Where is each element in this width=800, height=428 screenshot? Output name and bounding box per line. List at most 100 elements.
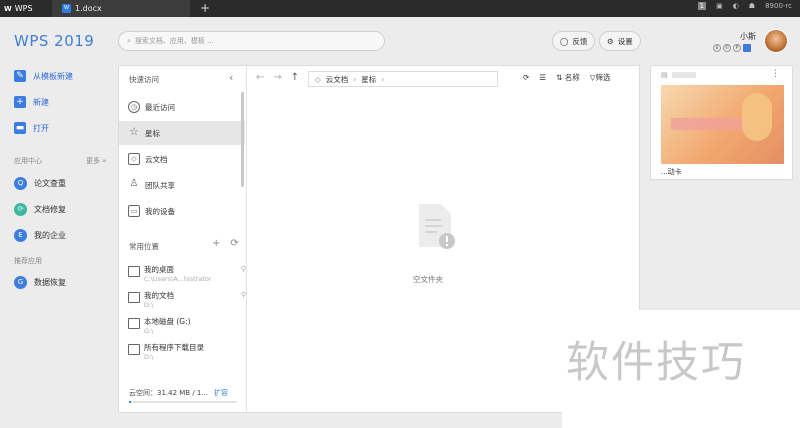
file-toolbar: ← → ↑ ◇ 云文档 › 星标 › ⟳ ☰ ⇅ 名称 ▽筛选 xyxy=(248,66,640,92)
recent-file-thumbnail xyxy=(661,85,784,164)
paper-check-button[interactable]: Q 论文查重 xyxy=(14,177,66,190)
star-icon: ☆ xyxy=(129,125,139,138)
breadcrumb-root[interactable]: 云文档 xyxy=(326,74,349,85)
sort-icon: ⇅ xyxy=(556,73,563,82)
add-tab-button[interactable]: + xyxy=(200,1,210,15)
data-recovery-icon: G xyxy=(14,276,27,289)
cloud-usage: 云空间：31.42 MB / 1... 扩容 xyxy=(129,388,228,398)
filter-label: 筛选 xyxy=(595,73,611,82)
breadcrumb[interactable]: ◇ 云文档 › 星标 › xyxy=(308,71,498,87)
common-locations-heading: 常用位置 xyxy=(129,242,159,251)
enterprise-icon: E xyxy=(14,229,27,242)
empty-folder-text: 空文件夹 xyxy=(413,275,443,284)
chat-icon: ◯ xyxy=(560,36,569,46)
badge-c-icon: © xyxy=(723,44,731,52)
quick-access-item-devices[interactable]: ▭ 我的设备 xyxy=(119,199,245,223)
account-label[interactable]: 8900-rc xyxy=(765,2,792,10)
location-path: D:\ xyxy=(144,301,154,309)
template-icon: ✎ xyxy=(14,70,26,82)
file-type-icon: ▤ xyxy=(661,71,668,79)
location-item[interactable]: 我的桌面 C:\Users\A...histrator ⚲ xyxy=(128,264,246,290)
new-label: 新建 xyxy=(33,97,49,107)
desktop-icon xyxy=(128,266,140,277)
cloud-usage-fill xyxy=(129,401,132,403)
tab-document[interactable]: W 1.docx xyxy=(52,0,190,17)
up-arrow-icon[interactable]: ↑ xyxy=(291,72,299,83)
expand-storage-link[interactable]: 扩容 xyxy=(214,389,228,397)
quick-access-label: 云文档 xyxy=(145,154,168,164)
skin-icon[interactable]: ◐ xyxy=(733,2,739,10)
breadcrumb-current[interactable]: 星标 xyxy=(361,74,376,85)
more-link[interactable]: 更多 » xyxy=(86,156,107,166)
quick-access-scrollbar[interactable] xyxy=(241,92,244,187)
doc-repair-button[interactable]: ⟳ 文档修复 xyxy=(14,203,66,216)
add-location-icon[interactable]: + xyxy=(212,238,220,249)
quick-access-item-starred[interactable]: ☆ 星标 xyxy=(119,121,245,145)
settings-label: 设置 xyxy=(617,36,633,46)
refresh-icon[interactable]: ⟳ xyxy=(523,73,529,82)
my-enterprise-button[interactable]: E 我的企业 xyxy=(14,229,66,242)
new-from-template-button[interactable]: ✎ 从模板新建 xyxy=(14,70,73,82)
tab-home[interactable]: W WPS xyxy=(0,0,50,17)
search-placeholder: 搜索文档、应用、模板 ... xyxy=(134,37,214,45)
location-item[interactable]: 所有程序下载目录 D:\ xyxy=(128,342,244,368)
quick-access-item-cloud[interactable]: ◇ 云文档 xyxy=(119,147,245,171)
empty-folder-icon xyxy=(419,204,455,249)
location-path: C:\Users\A...histrator xyxy=(144,275,212,283)
folder-icon: ▬ xyxy=(14,122,26,134)
new-button[interactable]: + 新建 xyxy=(14,96,49,108)
app-center-heading: 应用中心 xyxy=(14,157,42,165)
feedback-label: 反馈 xyxy=(572,36,588,46)
forward-arrow-icon[interactable]: → xyxy=(273,72,281,83)
cloud-usage-bar xyxy=(129,401,237,403)
location-name: 本地磁盘 (G:) xyxy=(144,317,191,326)
open-button[interactable]: ▬ 打开 xyxy=(14,122,49,134)
window-icon[interactable]: ▣ xyxy=(716,2,723,10)
disk-icon xyxy=(128,318,140,329)
sort-label: 名称 xyxy=(564,73,580,82)
wps-logo-icon: W xyxy=(4,4,12,13)
quick-access-item-recent[interactable]: ◷ 最近访问 xyxy=(119,95,245,119)
data-recovery-button[interactable]: G 数据恢复 xyxy=(14,276,66,289)
search-input[interactable]: ⌕ 搜索文档、应用、模板 ... xyxy=(118,31,385,51)
location-item[interactable]: 本地磁盘 (G:) G:\ xyxy=(128,316,244,342)
location-item[interactable]: 我的文档 D:\ ⚲ xyxy=(128,290,246,316)
tab-home-label: WPS xyxy=(14,4,33,13)
user-name[interactable]: 小斯 xyxy=(740,31,756,42)
data-recovery-label: 数据恢复 xyxy=(34,278,66,287)
list-view-icon[interactable]: ☰ xyxy=(539,73,546,82)
settings-button[interactable]: ⚙ 设置 xyxy=(599,31,641,51)
recent-file-caption: ...动卡 xyxy=(661,168,682,176)
quick-access-label: 我的设备 xyxy=(145,206,175,216)
new-from-template-label: 从模板新建 xyxy=(33,71,73,81)
quick-access-heading: 快速访问 xyxy=(129,75,159,84)
quick-access-label: 团队共享 xyxy=(145,180,175,190)
pin-icon[interactable]: ⚲ xyxy=(241,265,246,273)
feedback-button[interactable]: ◯ 反馈 xyxy=(552,31,596,51)
thumbnail-figure xyxy=(742,93,772,141)
title-bar: W WPS W 1.docx + 1 ▣ ◐ ☗ 8900-rc xyxy=(0,0,800,17)
watermark-text: 软件技巧 xyxy=(566,338,746,388)
quick-access-label: 最近访问 xyxy=(145,102,175,112)
avatar[interactable] xyxy=(764,29,788,53)
recent-file-card[interactable]: ▤ ⋮ ...动卡 xyxy=(650,65,793,180)
refresh-icon[interactable]: ⟳ xyxy=(230,238,238,249)
user-badges: $ © P xyxy=(713,44,751,52)
filter-button[interactable]: ▽筛选 xyxy=(590,72,611,83)
badge-s-icon: $ xyxy=(713,44,721,52)
back-arrow-icon[interactable]: ← xyxy=(256,72,264,83)
cube-icon: ◇ xyxy=(128,153,140,165)
page-badge[interactable]: 1 xyxy=(697,2,707,10)
common-locations-tools: + ⟳ xyxy=(212,238,239,249)
collapse-chevron-icon[interactable]: ‹ xyxy=(229,71,233,84)
more-options-icon[interactable]: ⋮ xyxy=(771,69,780,79)
sort-button[interactable]: ⇅ 名称 xyxy=(556,72,580,83)
recent-card-header: ▤ xyxy=(661,71,696,79)
pin-icon[interactable]: ⚲ xyxy=(241,291,246,299)
badge-member-icon xyxy=(743,44,751,52)
quick-access-item-team[interactable]: ♙ 团队共享 xyxy=(119,173,245,197)
shirt-icon[interactable]: ☗ xyxy=(749,2,755,10)
location-name: 我的文档 xyxy=(144,291,174,300)
quick-access-panel: 快速访问 ‹ ◷ 最近访问 ☆ 星标 ◇ 云文档 ♙ 团队共享 ▭ 我的设备 常… xyxy=(119,66,247,412)
plus-icon: + xyxy=(14,96,26,108)
